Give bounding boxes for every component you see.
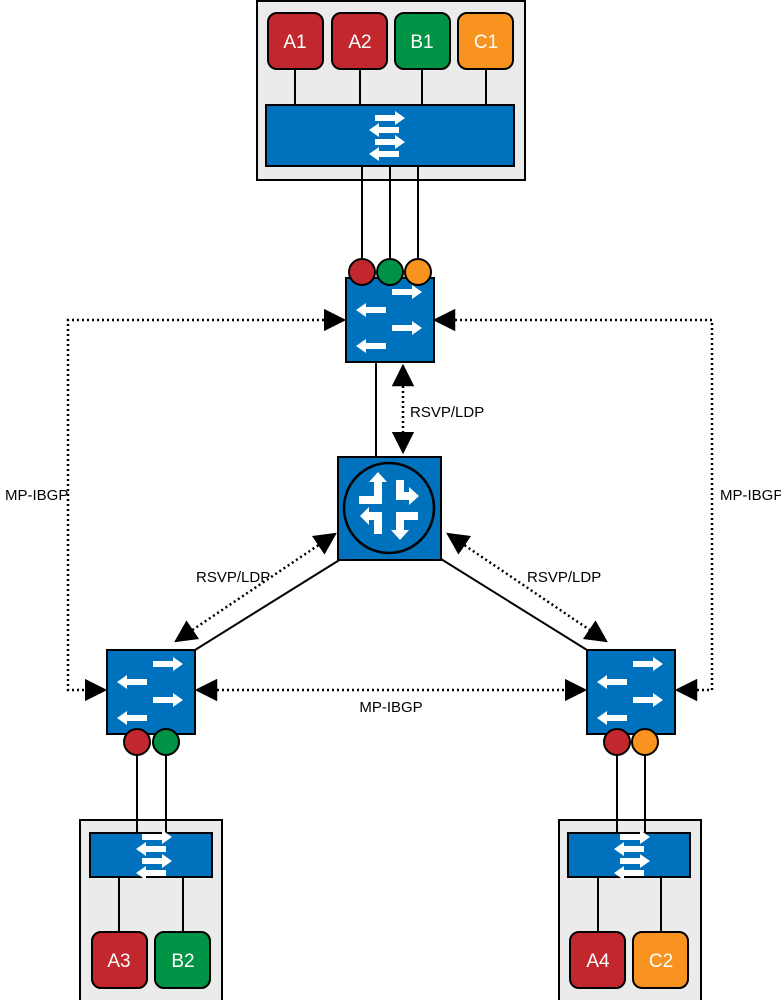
chip-b2: B2 <box>154 931 211 989</box>
router-icon <box>342 461 436 555</box>
svg-text:B1: B1 <box>410 32 433 53</box>
switch-icon <box>107 650 195 734</box>
svg-text:A3: A3 <box>107 951 130 972</box>
chip-c2: C2 <box>632 931 689 989</box>
chip-b1: B1 <box>394 12 451 70</box>
pe-left <box>107 650 195 756</box>
svg-text:A2: A2 <box>348 32 371 53</box>
mp-ibgp-label-left: MP-IBGP <box>5 487 68 504</box>
svg-text:A4: A4 <box>586 951 610 972</box>
rsvp-ldp-label-right: RSVP/LDP <box>527 569 601 586</box>
rsvp-ldp-left-link <box>174 532 337 643</box>
svg-text:C1: C1 <box>474 32 498 53</box>
rsvp-ldp-label-left: RSVP/LDP <box>196 569 270 586</box>
mp-ibgp-right-link <box>432 308 714 702</box>
network-diagram: A1 A2 B1 C1 RSVP/LDP RSVP/LDP RSVP/LDP M… <box>2 0 781 1000</box>
mp-ibgp-label-right: MP-IBGP <box>720 487 781 504</box>
chip-a4: A4 <box>569 931 626 989</box>
chip-c1: C1 <box>457 12 514 70</box>
chip-a1: A1 <box>267 12 324 70</box>
bottom-right-site: A4 C2 <box>558 819 702 1000</box>
pe-top <box>346 258 434 362</box>
rsvp-ldp-label-top: RSVP/LDP <box>410 404 484 421</box>
switch-icon <box>587 650 675 734</box>
top-site: A1 A2 B1 C1 <box>256 0 526 181</box>
ce-switch-icon <box>265 104 515 167</box>
p-router <box>337 456 442 561</box>
pe-right <box>587 650 675 756</box>
svg-text:A1: A1 <box>283 32 306 53</box>
bottom-left-site: A3 B2 <box>79 819 223 1000</box>
chip-a2: A2 <box>331 12 388 70</box>
rsvp-ldp-right-link <box>446 532 608 643</box>
chip-a3: A3 <box>91 931 148 989</box>
ce-switch-icon <box>89 830 213 880</box>
svg-text:C2: C2 <box>649 951 673 972</box>
mp-ibgp-label-bottom: MP-IBGP <box>359 699 422 716</box>
mp-ibgp-left-link <box>66 308 347 702</box>
svg-text:B2: B2 <box>171 951 194 972</box>
switch-icon <box>346 278 434 362</box>
ce-switch-icon <box>567 830 691 880</box>
